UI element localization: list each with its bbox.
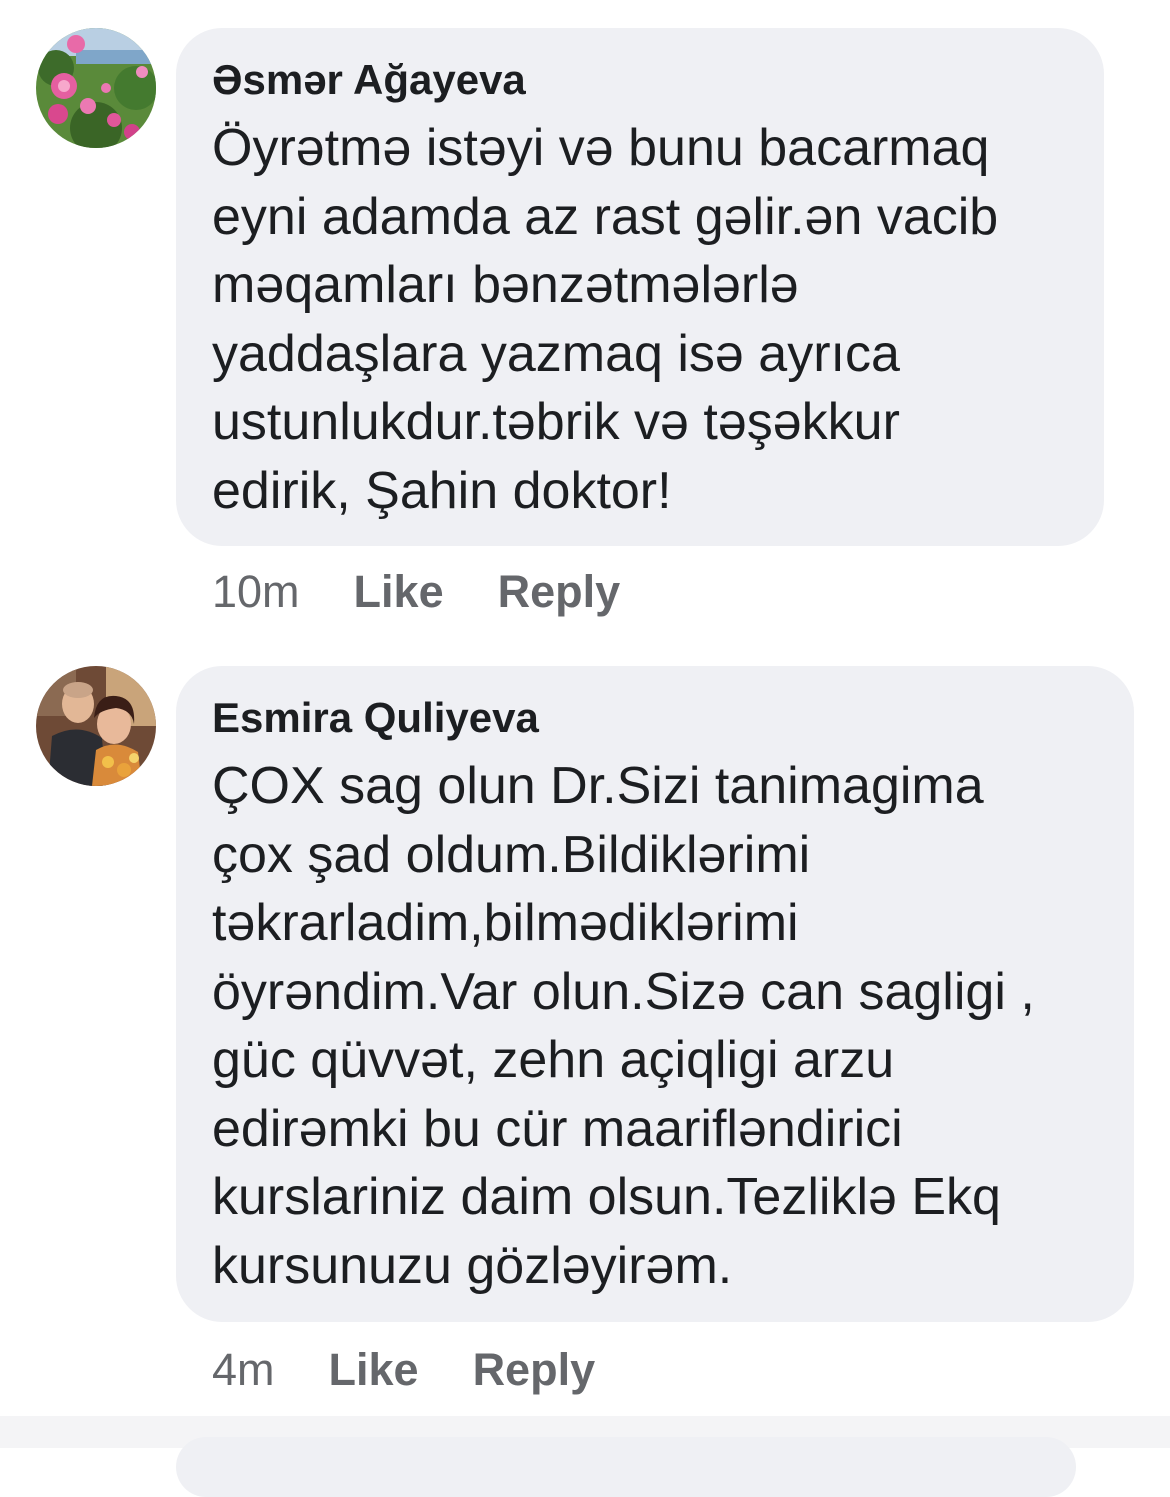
- comment-actions: 4m Like Reply: [212, 1344, 595, 1396]
- roses-photo-icon: [36, 28, 156, 148]
- comment-bubble: Esmira Quliyeva ÇOX sag olun Dr.Sizi tan…: [176, 666, 1134, 1322]
- like-button[interactable]: Like: [354, 566, 444, 618]
- comment-timestamp[interactable]: 10m: [212, 566, 300, 618]
- avatar[interactable]: [36, 28, 156, 148]
- reply-button[interactable]: Reply: [473, 1344, 596, 1396]
- couple-photo-icon: [36, 666, 156, 786]
- comment-actions: 10m Like Reply: [212, 566, 620, 618]
- comment-author[interactable]: Esmira Quliyeva: [212, 692, 1098, 744]
- avatar[interactable]: [36, 666, 156, 786]
- comment-text: ÇOX sag olun Dr.Sizi tanimagima çox şad …: [212, 757, 1035, 1295]
- next-comment-bubble: [176, 1437, 1076, 1497]
- comment-bubble: Əsmər Ağayeva Öyrətmə istəyi və bunu bac…: [176, 28, 1104, 546]
- like-button[interactable]: Like: [329, 1344, 419, 1396]
- comment-text: Öyrətmə istəyi və bunu bacarmaq eyni ada…: [212, 119, 999, 520]
- comment-author[interactable]: Əsmər Ağayeva: [212, 54, 1068, 106]
- comment-timestamp[interactable]: 4m: [212, 1344, 275, 1396]
- reply-button[interactable]: Reply: [498, 566, 621, 618]
